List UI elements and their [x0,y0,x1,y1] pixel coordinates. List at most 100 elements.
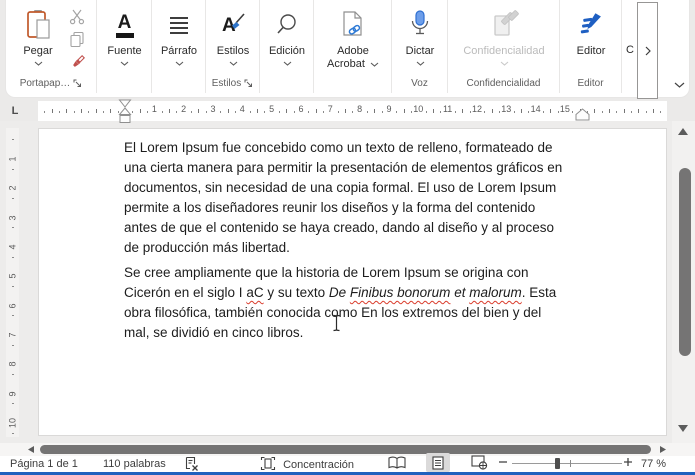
ruler-dot [12,374,14,375]
horizontal-scrollbar-thumb[interactable] [40,445,651,454]
chevron-down-icon [674,82,685,88]
doc-text-segment: permite a los diseñadores reunir los dis… [124,200,535,215]
ruler-tick [638,109,639,113]
scroll-left-arrow[interactable] [27,445,35,454]
ribbon-group-styles: A Estilos Estilos [206,0,260,93]
dictate-button[interactable]: Dictar [397,3,443,66]
ruler-tick [624,109,625,113]
ruler-number: 1 [8,154,18,165]
zoom-slider-thumb[interactable] [555,458,560,469]
zoom-slider-track[interactable] [512,463,622,464]
editing-button[interactable]: Edición [263,3,311,66]
word-count[interactable]: 110 palabras [103,458,166,470]
scroll-up-arrow[interactable] [677,127,689,136]
web-layout-button[interactable] [467,453,491,472]
ruler-number: 8 [357,104,362,114]
adobe-acrobat-button[interactable]: Adobe Acrobat [320,3,386,71]
format-painter-button[interactable] [66,52,88,73]
ruler-tick [286,109,287,113]
ruler-dot [162,111,163,113]
ruler-dot [543,111,544,113]
page-indicator[interactable]: Página 1 de 1 [10,458,78,470]
chevron-right-icon [645,46,651,56]
doc-line: una cierta manera para permitir la prese… [124,158,594,178]
minus-icon [498,457,508,467]
ibeam-cursor [331,314,342,332]
paste-button[interactable]: Pegar [14,3,62,66]
ruler-dot [455,111,456,113]
format-painter-icon [69,54,86,71]
scroll-right-arrow[interactable] [659,445,667,454]
doc-line: de producción más libertad. [124,238,594,258]
doc-line: obra filosófica, también conocida como E… [124,303,594,323]
ruler-dot [440,111,441,113]
read-mode-button[interactable] [385,453,409,472]
zoom-slider-detent [570,460,571,467]
ruler-dot [499,111,500,113]
ruler-tick [492,109,493,113]
vertical-scrollbar-thumb[interactable] [679,168,691,356]
print-layout-button[interactable] [426,453,450,472]
ruler-number: 2 [181,104,186,114]
left-indent-marker[interactable] [117,99,133,124]
ribbon-group-voice: Dictar Voz [392,0,448,93]
zoom-out-button[interactable] [498,457,508,470]
ruler-tick [110,109,111,113]
paragraph-button[interactable]: Párrafo [155,3,203,66]
focus-button[interactable]: Concentración [260,456,354,471]
magnifier-icon [275,7,299,43]
ruler-number: 3 [8,212,18,223]
ruler-tick [550,109,551,113]
ruler-dot [382,111,383,113]
ruler-dot [484,111,485,113]
ribbon-overflow-flyout[interactable] [637,2,658,99]
vertical-ruler[interactable]: 12345678910 [6,128,19,437]
doc-text-segment: et [450,285,469,300]
focus-icon [260,456,276,471]
ruler-number: 6 [298,104,303,114]
ruler-dot [12,198,14,199]
font-button[interactable]: A Fuente [101,3,148,66]
ruler-number: 7 [8,329,18,340]
status-bar: Página 1 de 1 110 palabras [0,456,695,472]
scroll-down-arrow[interactable] [677,424,689,433]
chevron-down-icon [175,61,184,66]
right-indent-marker[interactable] [575,108,590,121]
ribbon-group-sensitivity: Confidencialidad Confidencialidad [448,0,560,93]
dialog-launcher-icon[interactable] [244,79,253,88]
sensitivity-button[interactable]: Confidencialidad [454,3,554,66]
zoom-percentage[interactable]: 77 % [641,458,666,470]
ruler-tick [433,109,434,113]
zoom-in-button[interactable] [623,457,633,470]
ruler-number: 5 [269,104,274,114]
styles-brush-icon: A [219,7,247,43]
ribbon-group-font: A Fuente [97,0,152,93]
paste-label: Pegar [23,45,52,58]
ruler-dot [470,111,471,113]
document-text[interactable]: El Lorem Ipsum fue concebido como un tex… [124,138,594,343]
chevron-down-icon [283,61,292,66]
chevron-down-icon [34,61,43,66]
sensitivity-badge-icon [488,7,520,43]
dialog-launcher-icon[interactable] [73,79,82,88]
styles-button[interactable]: A Estilos [209,3,257,66]
ruler-tick [52,109,53,113]
ruler-dot [74,111,75,113]
ruler-dot [147,111,148,113]
copy-button[interactable] [66,28,88,49]
clipboard-group-label: Portapap… [6,78,96,89]
cut-button[interactable] [66,6,88,27]
read-mode-icon [388,456,406,469]
tab-selector[interactable]: L [8,103,22,119]
ruler-tick [96,109,97,113]
ribbon-group-editing: Edición [260,0,314,93]
ruler-dot [12,227,14,228]
word-window: Pegar [0,0,695,475]
ruler-number: 9 [8,388,18,399]
ruler-dot [616,111,617,113]
editor-group-label: Editor [560,78,621,89]
collapse-ribbon-button[interactable] [669,76,689,94]
editor-button[interactable]: Editor [567,3,615,58]
scissors-icon [69,9,85,25]
ruler-dot [279,111,280,113]
